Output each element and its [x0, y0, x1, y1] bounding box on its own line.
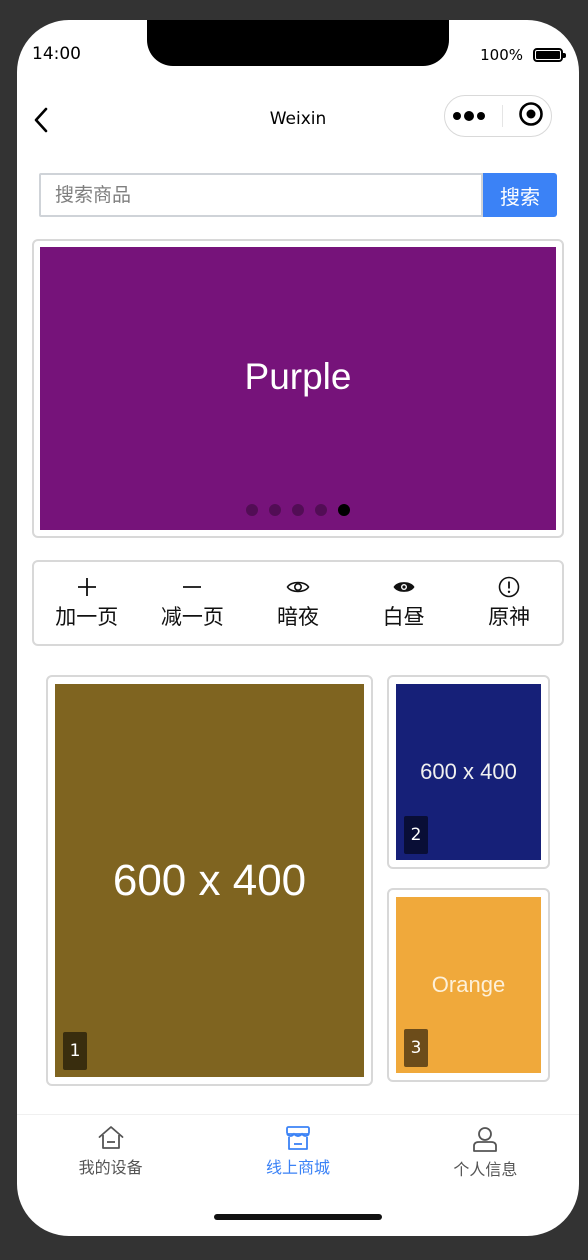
- home-icon: [98, 1126, 124, 1149]
- carousel-dot[interactable]: [338, 504, 350, 516]
- tile-number-badge: 1: [63, 1032, 87, 1070]
- search-bar: 搜索: [39, 173, 557, 217]
- product-tile-2[interactable]: 600 x 400 2: [387, 675, 550, 869]
- capsule-divider: [502, 105, 504, 127]
- tile-number-badge: 2: [404, 816, 428, 854]
- action-label: 加一页: [55, 605, 119, 629]
- plus-icon: [77, 578, 96, 596]
- mini-program-capsule: [444, 95, 552, 137]
- action-genshin[interactable]: 原神: [456, 562, 562, 644]
- action-label: 减一页: [160, 605, 224, 629]
- action-label: 暗夜: [276, 605, 319, 629]
- tab-bar: 我的设备 线上商城 个人信息: [17, 1114, 579, 1185]
- action-dark-mode[interactable]: 暗夜: [245, 562, 351, 644]
- banner-carousel[interactable]: Purple: [32, 239, 564, 538]
- more-dots-icon: [453, 110, 486, 121]
- store-icon: [286, 1126, 310, 1150]
- tile-image-text: 600 x 400: [420, 759, 517, 784]
- status-time: 14:00: [32, 44, 81, 64]
- tile-image-text: Orange: [431, 972, 506, 997]
- tile-image-text: 600 x 400: [112, 855, 307, 905]
- minus-icon: [183, 586, 202, 588]
- action-remove-page[interactable]: 减一页: [140, 562, 246, 644]
- eye-outline-icon: [286, 581, 310, 593]
- status-indicators: 100%: [480, 46, 566, 64]
- carousel-dot[interactable]: [246, 504, 258, 516]
- carousel-dots: [40, 504, 556, 516]
- search-input[interactable]: [39, 173, 483, 217]
- close-program-button[interactable]: [518, 101, 544, 131]
- product-tile-3[interactable]: Orange 3: [387, 888, 550, 1082]
- notch: [147, 20, 449, 66]
- home-indicator: [214, 1214, 382, 1220]
- action-add-page[interactable]: 加一页: [34, 562, 140, 644]
- tab-label: 线上商城: [265, 1158, 330, 1177]
- action-panel: 加一页 减一页 暗夜 白昼 原神: [32, 560, 564, 646]
- action-label: 原神: [488, 605, 531, 629]
- battery-icon: [533, 48, 566, 62]
- user-icon: [473, 1127, 498, 1152]
- phone-screen: 14:00 100% Weixin 搜索商品 搜索 Purple 加一页 减一页…: [17, 20, 579, 1236]
- action-light-mode[interactable]: 白昼: [351, 562, 457, 644]
- banner-text: Purple: [244, 355, 352, 397]
- exclamation-circle-icon: [498, 576, 520, 598]
- carousel-dot[interactable]: [292, 504, 304, 516]
- tab-label: 我的设备: [78, 1158, 143, 1177]
- eye-filled-icon: [393, 582, 415, 592]
- tab-personal-info[interactable]: 个人信息: [392, 1115, 579, 1185]
- tab-label: 个人信息: [453, 1160, 518, 1179]
- carousel-dot[interactable]: [269, 504, 281, 516]
- nav-bar: Weixin: [17, 95, 579, 147]
- target-circle-icon: [519, 102, 543, 126]
- tile-number-badge: 3: [404, 1029, 428, 1067]
- more-button[interactable]: [452, 107, 488, 126]
- search-button[interactable]: 搜索: [483, 173, 557, 217]
- tab-my-devices[interactable]: 我的设备: [17, 1115, 204, 1185]
- tab-online-store[interactable]: 线上商城: [204, 1115, 391, 1185]
- carousel-dot[interactable]: [315, 504, 327, 516]
- product-tile-1[interactable]: 600 x 400 1: [46, 675, 373, 1086]
- action-label: 白昼: [382, 605, 425, 629]
- tile-image: 600 x 400: [55, 684, 364, 1077]
- banner-slide[interactable]: Purple: [40, 247, 556, 530]
- battery-percent: 100%: [480, 46, 523, 64]
